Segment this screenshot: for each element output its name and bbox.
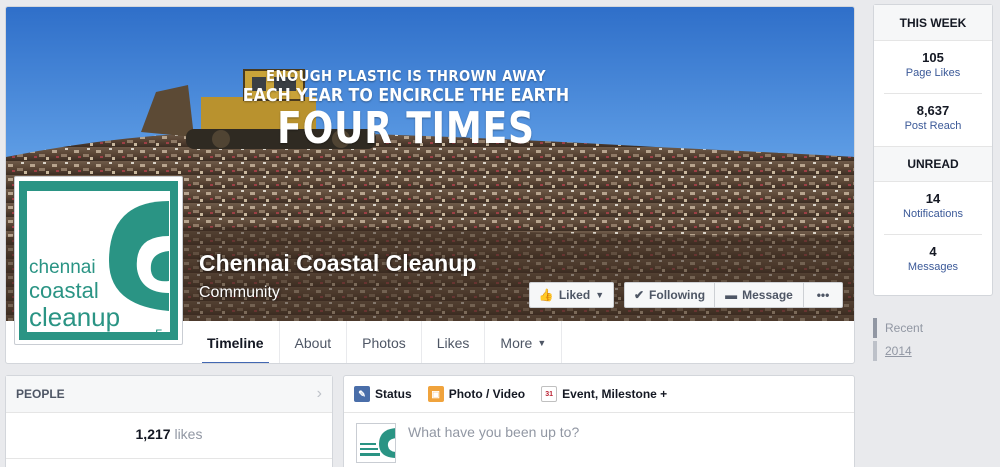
stat-post-reach[interactable]: 8,637 Post Reach xyxy=(874,94,992,146)
svg-text:coastal: coastal xyxy=(29,278,99,303)
unread-heading: UNREAD xyxy=(874,146,992,182)
page-title[interactable]: Chennai Coastal Cleanup xyxy=(199,250,476,277)
status-input[interactable]: What have you been up to? xyxy=(408,423,579,463)
svg-text:5: 5 xyxy=(155,326,163,340)
more-options-button[interactable]: ••• xyxy=(803,282,843,308)
tab-label: Likes xyxy=(436,335,470,351)
stat-page-likes[interactable]: 105 Page Likes xyxy=(874,41,992,93)
likes-word: likes xyxy=(174,426,203,442)
composer-tabs: ✎ Status ▣ Photo / Video 31 Event, Miles… xyxy=(344,376,854,413)
liked-button[interactable]: 👍 Liked ▼ xyxy=(529,282,614,308)
chevron-down-icon: ▼ xyxy=(537,338,547,348)
stat-value: 14 xyxy=(925,191,941,206)
likes-summary[interactable]: 1,217 likes xyxy=(6,426,332,442)
checkmark-icon: ✔ xyxy=(633,288,645,302)
composer-tab-label: Event, Milestone + xyxy=(562,387,668,401)
people-header[interactable]: PEOPLE › xyxy=(6,376,332,413)
stat-notifications[interactable]: 14 Notifications xyxy=(874,182,992,234)
cover-headline-line1: ENOUGH PLASTIC IS THROWN AWAY xyxy=(265,67,547,85)
composer-body: What have you been up to? xyxy=(344,413,854,467)
scrubber-recent[interactable]: Recent xyxy=(873,318,923,338)
tab-label: Timeline xyxy=(207,335,264,351)
page-tabs: Timeline About Photos Likes More ▼ xyxy=(192,321,563,363)
message-button[interactable]: ▬ Message xyxy=(714,282,804,308)
tab-timeline[interactable]: Timeline xyxy=(192,321,280,363)
composer-tab-label: Status xyxy=(375,387,412,401)
tab-likes[interactable]: Likes xyxy=(422,321,486,363)
composer-tab-photo[interactable]: ▣ Photo / Video xyxy=(427,386,526,402)
wave-logo-icon: chennai coastal cleanup 5 xyxy=(19,181,178,340)
stat-label[interactable]: Messages xyxy=(874,261,992,273)
svg-text:chennai: chennai xyxy=(29,257,96,278)
svg-text:cleanup: cleanup xyxy=(29,302,120,332)
stat-value: 4 xyxy=(929,244,937,259)
following-label: Following xyxy=(649,288,706,302)
scrubber-year[interactable]: 2014 xyxy=(873,341,923,361)
stat-label[interactable]: Page Likes xyxy=(874,67,992,79)
composer-tab-label: Photo / Video xyxy=(448,387,526,401)
cover-headline-line3: FOUR TIMES xyxy=(277,103,535,154)
stat-label[interactable]: Notifications xyxy=(874,208,992,220)
admin-stats-panel: THIS WEEK 105 Page Likes 8,637 Post Reac… xyxy=(873,4,993,296)
tab-label: More xyxy=(500,335,533,351)
chevron-right-icon[interactable]: › xyxy=(317,385,322,403)
profile-picture[interactable]: chennai coastal cleanup 5 xyxy=(14,176,183,345)
liked-label: Liked xyxy=(558,288,591,302)
page-category[interactable]: Community xyxy=(199,284,280,302)
calendar-icon: 31 xyxy=(541,386,558,402)
composer-tab-event[interactable]: 31 Event, Milestone + xyxy=(541,386,667,402)
ellipsis-icon: ••• xyxy=(816,288,830,302)
tab-label: Photos xyxy=(362,335,406,351)
tab-label: About xyxy=(294,335,332,351)
people-heading: PEOPLE xyxy=(16,387,65,401)
page-avatar xyxy=(356,423,396,463)
tab-photos[interactable]: Photos xyxy=(347,321,422,363)
message-label: Message xyxy=(742,288,793,302)
people-card: PEOPLE › 1,217 likes xyxy=(5,375,333,467)
composer-tab-status[interactable]: ✎ Status xyxy=(354,386,412,402)
this-week-heading: THIS WEEK xyxy=(874,5,992,41)
tab-more[interactable]: More ▼ xyxy=(485,321,563,363)
timeline-scrubber: Recent 2014 xyxy=(873,318,923,364)
pencil-icon: ✎ xyxy=(354,386,370,402)
photo-icon: ▣ xyxy=(427,386,444,402)
page-logo: chennai coastal cleanup 5 xyxy=(19,181,178,340)
thumbs-up-icon: 👍 xyxy=(538,288,554,302)
stat-label[interactable]: Post Reach xyxy=(874,120,992,132)
likes-count: 1,217 xyxy=(135,426,171,442)
stat-value: 105 xyxy=(922,50,944,65)
tab-about[interactable]: About xyxy=(280,321,348,363)
stat-value: 8,637 xyxy=(916,103,950,118)
speech-bubble-icon: ▬ xyxy=(725,288,738,302)
wave-logo-icon xyxy=(357,424,395,462)
stat-messages[interactable]: 4 Messages xyxy=(874,235,992,287)
following-button[interactable]: ✔ Following xyxy=(624,282,715,308)
chevron-down-icon: ▼ xyxy=(595,290,605,300)
divider xyxy=(6,458,332,459)
post-composer: ✎ Status ▣ Photo / Video 31 Event, Miles… xyxy=(343,375,855,467)
